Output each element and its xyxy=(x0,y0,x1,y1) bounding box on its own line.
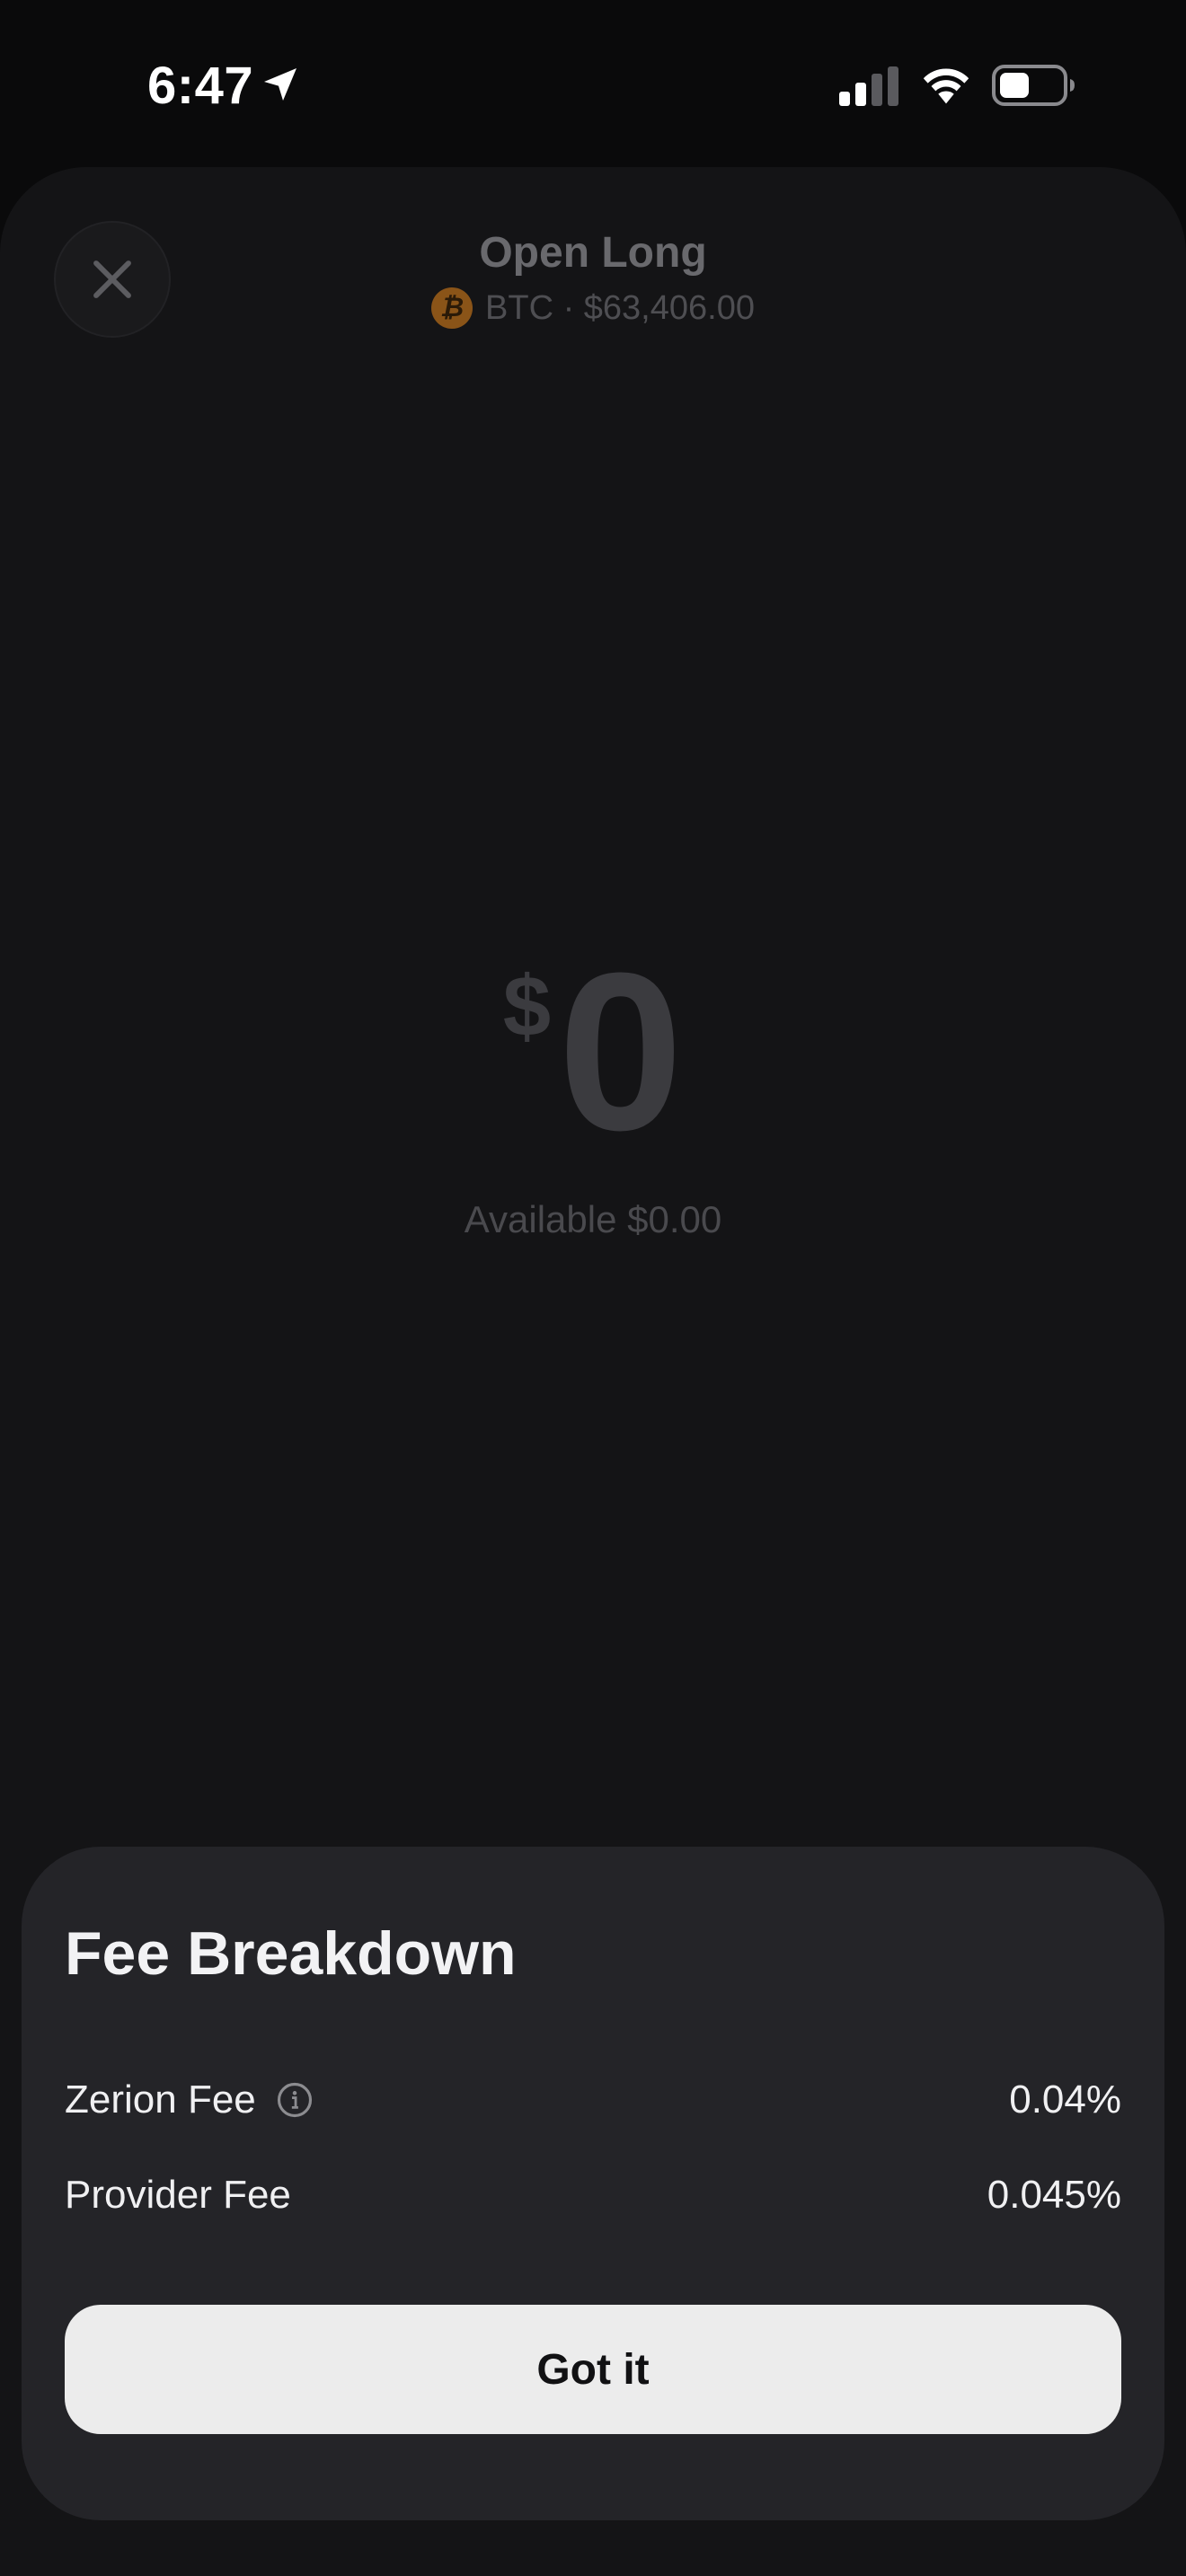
status-time: 6:47 xyxy=(147,57,254,115)
amount-display[interactable]: $ 0 xyxy=(0,940,1186,1164)
available-balance: Available $0.00 xyxy=(464,1198,722,1240)
screen: 6:47 Open Long ₿ BTC · $63,406.00 $ 0 Av… xyxy=(0,0,1186,2576)
asset-price: BTC · $63,406.00 xyxy=(485,288,755,327)
fee-row-provider: Provider Fee 0.045% xyxy=(65,2168,1121,2222)
fee-label: Zerion Fee xyxy=(65,2078,256,2122)
got-it-button[interactable]: Got it xyxy=(65,2305,1121,2434)
battery-icon xyxy=(992,65,1075,106)
page-title: Open Long xyxy=(479,229,707,277)
amount-value: 0 xyxy=(558,926,684,1177)
fee-label: Provider Fee xyxy=(65,2173,291,2217)
bitcoin-icon: ₿ xyxy=(431,287,474,329)
fee-row-zerion: Zerion Fee 0.04% xyxy=(65,2073,1121,2127)
fee-value: 0.045% xyxy=(987,2173,1121,2217)
fee-breakdown-title: Fee Breakdown xyxy=(65,1919,517,1988)
status-bar: 6:47 xyxy=(0,0,1186,171)
fee-label-group: Zerion Fee xyxy=(65,2078,314,2122)
wifi-icon xyxy=(923,68,969,104)
location-arrow-icon xyxy=(264,68,296,101)
fee-value: 0.04% xyxy=(1009,2078,1121,2122)
asset-price-line: ₿ BTC · $63,406.00 xyxy=(0,287,1186,329)
fee-breakdown-sheet: Fee Breakdown Zerion Fee 0.04% Provider … xyxy=(22,1847,1164,2520)
info-icon[interactable] xyxy=(276,2081,314,2119)
amount-currency-symbol: $ xyxy=(502,958,552,1054)
cellular-signal-icon xyxy=(839,66,898,106)
fee-label-group: Provider Fee xyxy=(65,2173,291,2218)
